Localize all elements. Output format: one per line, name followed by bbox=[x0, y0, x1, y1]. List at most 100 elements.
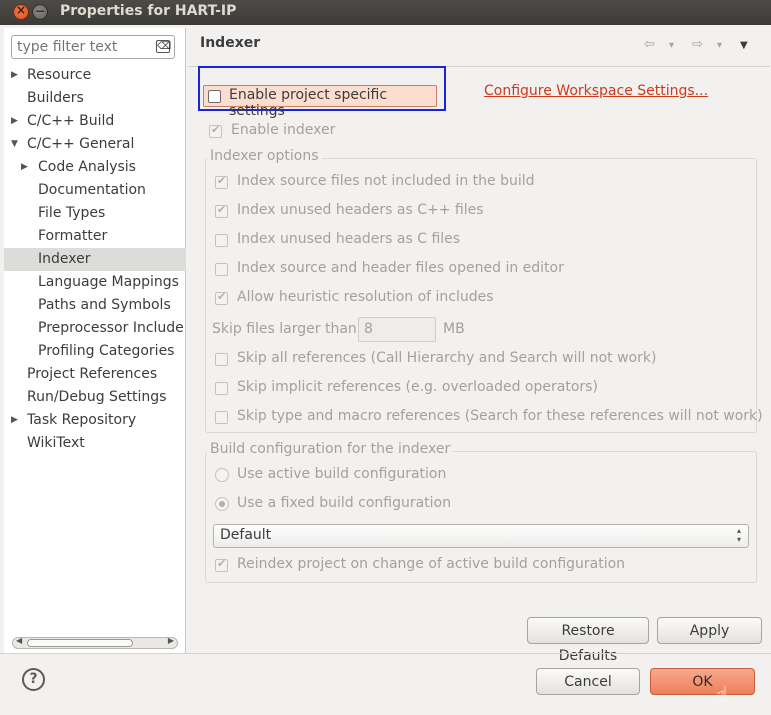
tree-item-label: Builders bbox=[27, 90, 84, 106]
tree-item-paths-and-symbols[interactable]: Paths and Symbols bbox=[4, 294, 186, 317]
restore-defaults-button[interactable]: Restore Defaults bbox=[527, 617, 649, 664]
footer-divider bbox=[0, 653, 771, 654]
skip-files-label: Skip files larger than: bbox=[212, 321, 362, 337]
checkbox-box[interactable] bbox=[215, 174, 228, 189]
option-label: Index source and header files opened in … bbox=[237, 260, 564, 276]
checkbox-box[interactable] bbox=[215, 290, 228, 305]
checkbox-box[interactable] bbox=[215, 234, 228, 247]
tree-item-label: Resource bbox=[27, 67, 92, 83]
collapsed-arrow-icon[interactable]: ▶ bbox=[11, 64, 18, 87]
view-menu-icon[interactable]: ▼ bbox=[740, 40, 748, 51]
option-label: Index unused headers as C++ files bbox=[237, 202, 484, 218]
enable-project-specific-label: Enable project specific settings bbox=[229, 87, 388, 119]
scroll-left-icon[interactable]: ◀ bbox=[16, 636, 22, 645]
tree-item-label: Task Repository bbox=[27, 412, 137, 428]
filter-field[interactable]: ⌫ bbox=[11, 35, 175, 59]
tree-item-profiling-categories[interactable]: Profiling Categories bbox=[4, 340, 186, 363]
option-label: Skip all references (Call Hierarchy and … bbox=[237, 350, 657, 366]
close-window-button[interactable]: × bbox=[13, 3, 29, 20]
tree-item-c-c-build[interactable]: ▶ C/C++ Build bbox=[4, 110, 186, 133]
checkbox-box[interactable] bbox=[215, 382, 228, 395]
window-title: Properties for HART-IP bbox=[60, 3, 237, 19]
tree-item-documentation[interactable]: Documentation bbox=[4, 179, 186, 202]
use-active-build-config-label: Use active build configuration bbox=[237, 466, 447, 482]
tree-item-indexer[interactable]: Indexer bbox=[4, 248, 186, 271]
tree-item-project-references[interactable]: Project References bbox=[4, 363, 186, 386]
back-menu-icon[interactable]: ▾ bbox=[669, 40, 674, 51]
property-page: Indexer ⇦ ▾ ⇨ ▾ ▼ Enable project specifi… bbox=[187, 28, 771, 664]
help-icon[interactable]: ? bbox=[22, 668, 45, 691]
skip-files-unit: MB bbox=[443, 321, 465, 337]
category-tree: ▶ Resource Builders ▶ C/C++ Build ▼ C/C++ Gene… bbox=[4, 64, 186, 455]
collapsed-arrow-icon[interactable]: ▶ bbox=[11, 110, 18, 133]
expanded-arrow-icon[interactable]: ▼ bbox=[11, 133, 18, 156]
tree-item-label: Code Analysis bbox=[38, 159, 136, 175]
reindex-on-change-label: Reindex project on change of active buil… bbox=[237, 556, 626, 572]
collapsed-arrow-icon[interactable]: ▶ bbox=[21, 156, 28, 179]
tree-item-code-analysis[interactable]: ▶ Code Analysis bbox=[4, 156, 186, 179]
radio-circle[interactable] bbox=[215, 468, 229, 482]
tree-item-label: Project References bbox=[27, 366, 158, 382]
use-fixed-build-config-label: Use a fixed build configuration bbox=[237, 495, 451, 511]
configure-workspace-settings-link[interactable]: Configure Workspace Settings... bbox=[484, 83, 708, 99]
tree-item-label: File Types bbox=[38, 205, 106, 221]
tree-horizontal-scrollbar[interactable]: ◀ ▶ bbox=[12, 636, 178, 649]
tree-item-language-mappings[interactable]: Language Mappings bbox=[4, 271, 186, 294]
tree-item-builders[interactable]: Builders bbox=[4, 87, 186, 110]
filter-input[interactable] bbox=[15, 38, 150, 56]
option-label: Skip type and macro references (Search f… bbox=[237, 408, 763, 424]
indexer-options-title: Indexer options bbox=[207, 148, 322, 164]
skip-files-value: 8 bbox=[364, 321, 373, 337]
tree-item-wikitext[interactable]: WikiText bbox=[4, 432, 186, 455]
minimize-icon: − bbox=[34, 4, 46, 18]
tree-item-c-c-general[interactable]: ▼ C/C++ General bbox=[4, 133, 186, 156]
radio-circle[interactable] bbox=[215, 497, 229, 511]
checkbox-box[interactable] bbox=[208, 90, 221, 103]
option-label: Index unused headers as C files bbox=[237, 231, 461, 247]
tree-item-resource[interactable]: ▶ Resource bbox=[4, 64, 186, 87]
minimize-window-button[interactable]: − bbox=[32, 4, 48, 20]
tree-item-label: C/C++ General bbox=[27, 136, 135, 152]
select-caret-icon: ▴ ▾ bbox=[736, 526, 741, 544]
checkbox-box[interactable] bbox=[215, 263, 228, 276]
checkbox-box[interactable] bbox=[209, 123, 222, 138]
category-tree-pane: ⌫ ▶ Resource Builders ▶ C/C++ Build ▼ C/C++ Ge… bbox=[4, 28, 186, 653]
properties-dialog: × − Properties for HART-IP ⌫ ▶ Resource Bu… bbox=[0, 0, 771, 715]
scroll-right-icon[interactable]: ▶ bbox=[168, 636, 174, 645]
option-label: Skip implicit references (e.g. overloade… bbox=[237, 379, 598, 395]
tree-item-label: Language Mappings bbox=[38, 274, 179, 290]
tree-item-formatter[interactable]: Formatter bbox=[4, 225, 186, 248]
tree-item-run-debug-settings[interactable]: Run/Debug Settings bbox=[4, 386, 186, 409]
checkbox-box[interactable] bbox=[215, 203, 228, 218]
checkbox-box[interactable] bbox=[215, 557, 228, 572]
checkbox-box[interactable] bbox=[215, 411, 228, 424]
tree-item-label: Documentation bbox=[38, 182, 146, 198]
build-configuration-select[interactable]: Default ▴ ▾ bbox=[213, 524, 749, 548]
tree-item-preprocessor-include[interactable]: Preprocessor Include bbox=[4, 317, 186, 340]
tree-item-label: Run/Debug Settings bbox=[27, 389, 167, 405]
collapsed-arrow-icon[interactable]: ▶ bbox=[11, 409, 18, 432]
forward-arrow-icon[interactable]: ⇨ bbox=[692, 37, 703, 52]
scrollbar-thumb[interactable] bbox=[27, 639, 133, 647]
forward-menu-icon[interactable]: ▾ bbox=[717, 40, 722, 51]
close-icon: × bbox=[15, 3, 27, 17]
tree-item-label: Preprocessor Include bbox=[38, 320, 184, 336]
apply-button[interactable]: Apply bbox=[657, 617, 762, 644]
checkbox-box[interactable] bbox=[215, 353, 228, 366]
ok-button[interactable]: OK bbox=[650, 668, 755, 695]
tree-item-label: WikiText bbox=[27, 435, 85, 451]
tree-item-file-types[interactable]: File Types bbox=[4, 202, 186, 225]
tree-item-task-repository[interactable]: ▶ Task Repository bbox=[4, 409, 186, 432]
option-label: Allow heuristic resolution of includes bbox=[237, 289, 494, 305]
tree-item-label: Paths and Symbols bbox=[38, 297, 171, 313]
clear-filter-icon[interactable]: ⌫ bbox=[156, 40, 171, 53]
title-bar: × − Properties for HART-IP bbox=[0, 0, 771, 25]
skip-files-size-input[interactable]: 8 bbox=[358, 317, 436, 342]
page-title: Indexer bbox=[200, 35, 261, 51]
mouse-cursor-icon: ☝ bbox=[716, 682, 729, 706]
tree-item-label: Profiling Categories bbox=[38, 343, 175, 359]
back-arrow-icon[interactable]: ⇦ bbox=[644, 37, 655, 52]
cancel-button[interactable]: Cancel bbox=[536, 668, 640, 695]
tree-item-label: Formatter bbox=[38, 228, 108, 244]
enable-project-specific-checkbox[interactable]: Enable project specific settings bbox=[203, 85, 437, 119]
